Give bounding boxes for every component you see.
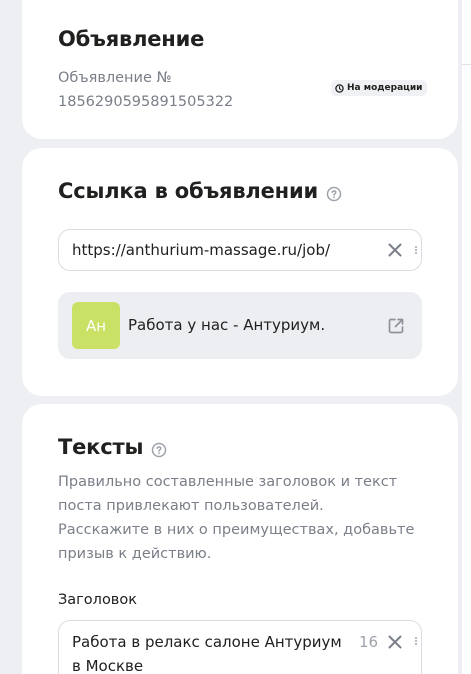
ad-editor-page: Объявление Объявление № 1856290595891505…	[0, 0, 471, 674]
status-badge-label: На модерации	[347, 83, 423, 93]
texts-card-header: Тексты	[58, 435, 167, 459]
texts-description: Правильно составленные заголовок и текст…	[58, 474, 415, 562]
headline-label: Заголовок	[58, 592, 137, 608]
clock-icon	[335, 83, 344, 93]
link-card: Ссылка в объявлении Ан Работа у нас - Ан…	[22, 148, 458, 396]
resize-handle	[415, 246, 417, 254]
ad-card: Объявление Объявление № 1856290595891505…	[22, 0, 458, 139]
question-circle-icon[interactable]	[326, 183, 342, 202]
url-input[interactable]	[72, 240, 372, 260]
divider	[462, 64, 471, 65]
close-icon[interactable]	[386, 633, 404, 651]
ad-card-title: Объявление	[58, 27, 205, 51]
avatar: Ан	[72, 302, 120, 349]
question-circle-icon[interactable]	[151, 439, 167, 458]
external-link-icon[interactable]	[386, 316, 406, 336]
texts-card-title: Тексты	[58, 435, 144, 459]
headline-char-counter: 16	[359, 633, 379, 651]
ad-number: Объявление № 1856290595891505322	[58, 66, 258, 114]
right-panel-edge	[462, 0, 471, 674]
ad-number-label: Объявление №	[58, 70, 172, 86]
resize-handle	[415, 637, 417, 645]
url-field[interactable]	[58, 229, 422, 271]
link-preview-title: Работа у нас - Антуриум.	[128, 316, 326, 334]
close-icon[interactable]	[386, 241, 404, 259]
texts-card: Тексты Правильно составленные заголовок …	[22, 404, 458, 674]
status-badge: На модерации	[331, 80, 428, 96]
link-preview: Ан Работа у нас - Антуриум.	[58, 292, 422, 359]
ad-number-value: 1856290595891505322	[58, 94, 234, 110]
link-card-title: Ссылка в объявлении	[58, 179, 318, 203]
headline-input[interactable]: Работа в релакс салоне Антуриум в Москве	[72, 630, 347, 674]
link-card-header: Ссылка в объявлении	[58, 179, 342, 203]
headline-field[interactable]: Работа в релакс салоне Антуриум в Москве…	[58, 620, 422, 674]
